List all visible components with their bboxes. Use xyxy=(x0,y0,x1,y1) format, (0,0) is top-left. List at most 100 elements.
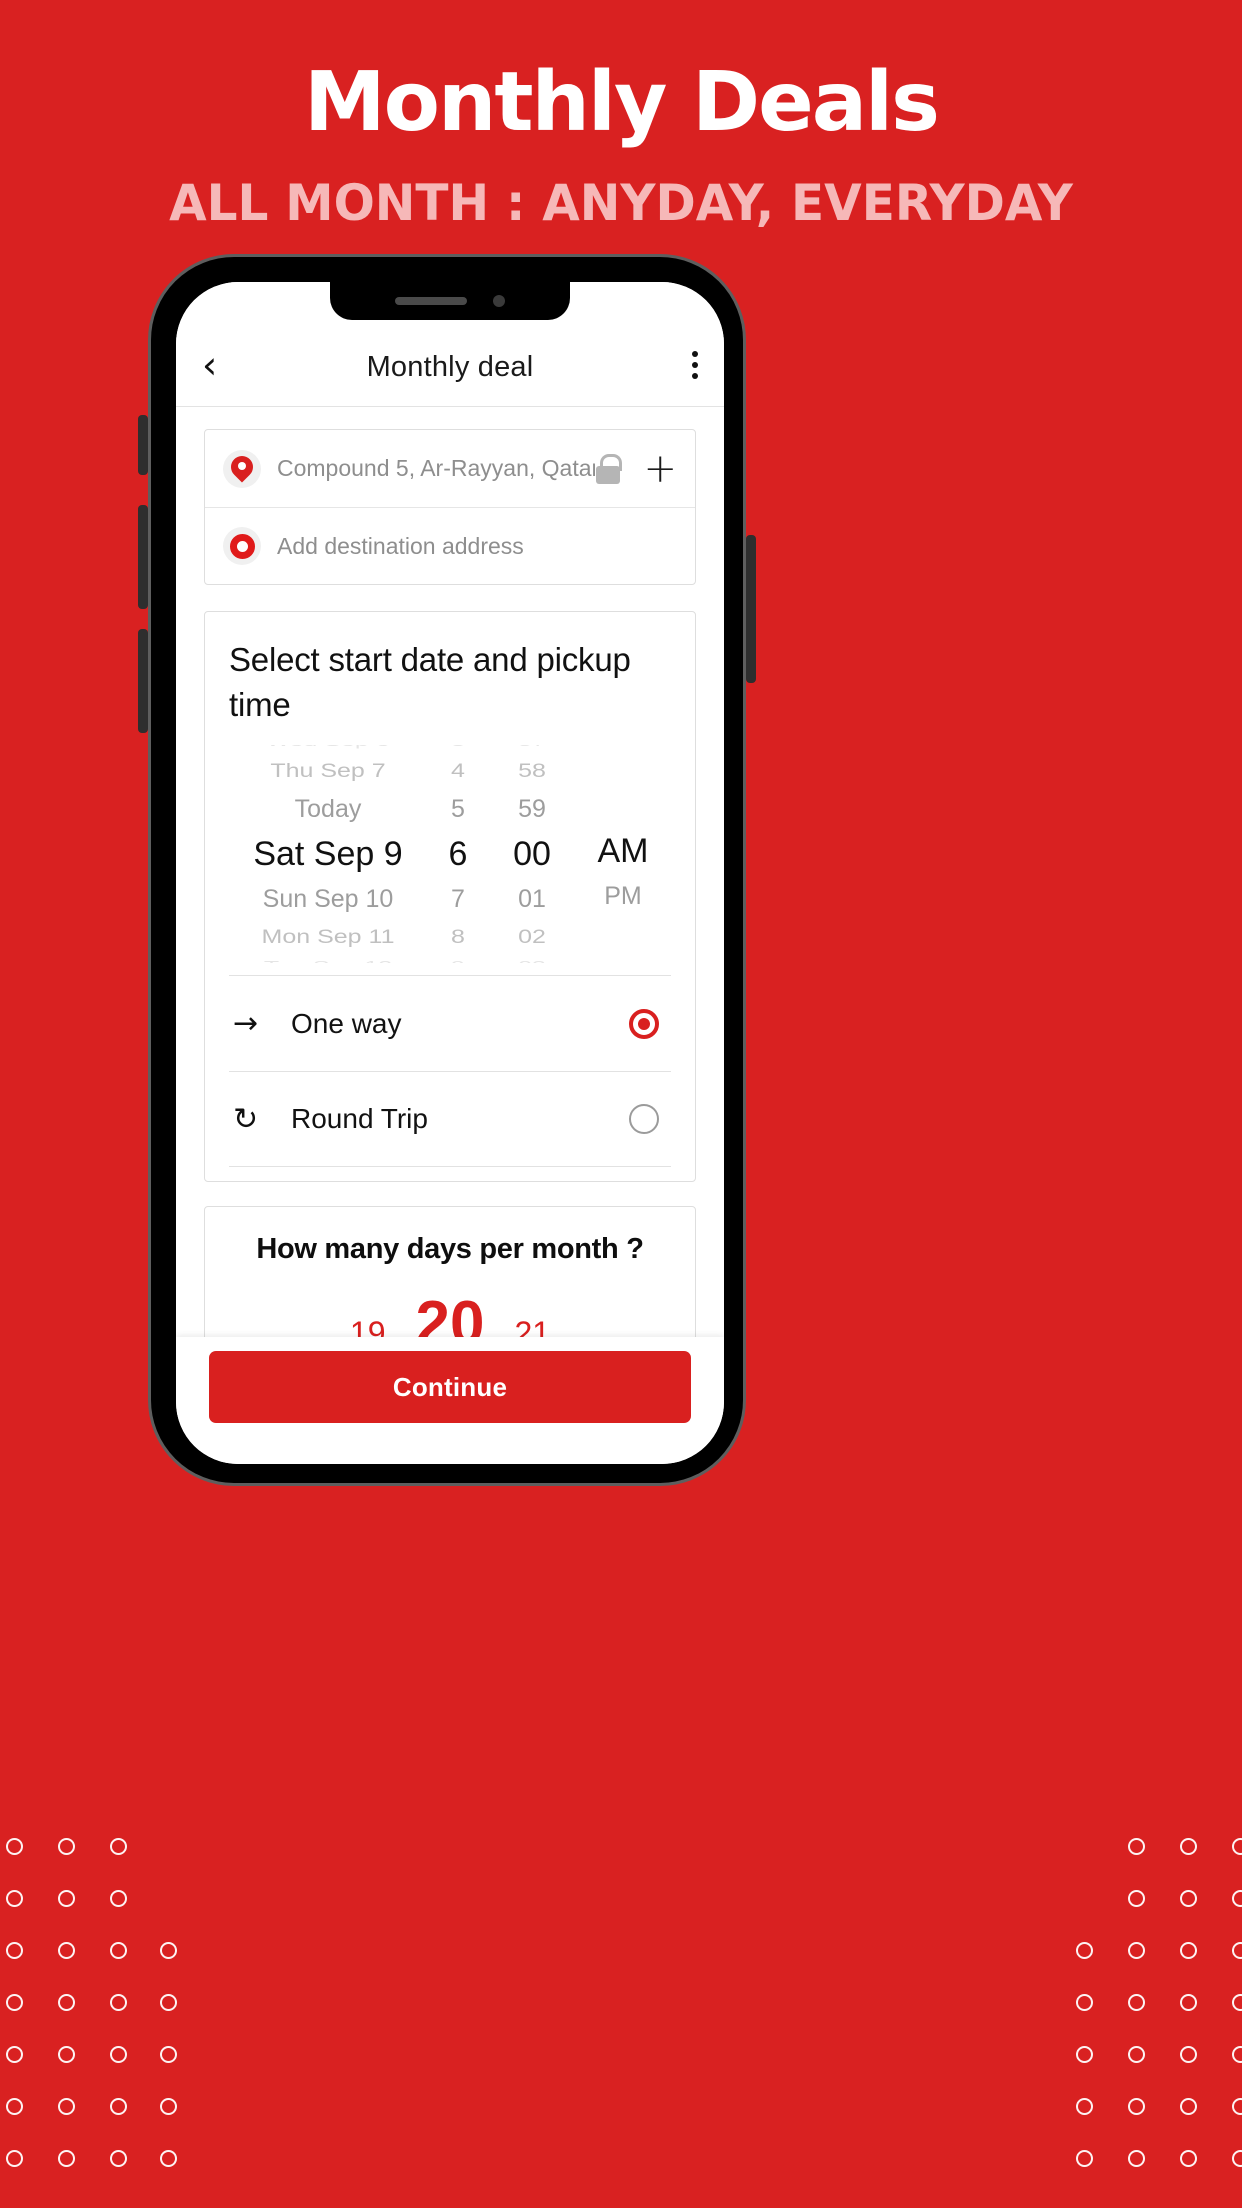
decorative-dot xyxy=(58,1890,75,1907)
decorative-dot xyxy=(1232,1942,1242,1959)
meridiem-wheel[interactable]: AM PM xyxy=(575,745,671,963)
map-pin-glyph xyxy=(229,456,255,482)
wheel-item[interactable]: 3 xyxy=(427,745,489,748)
phone-volume-up-button xyxy=(138,505,148,609)
decorative-dot xyxy=(160,1942,177,1959)
wheel-item[interactable]: 01 xyxy=(489,880,575,918)
wheel-item-spacer xyxy=(575,951,671,959)
wheel-item[interactable]: Today xyxy=(229,790,427,828)
destination-address-row[interactable]: Add destination address xyxy=(205,507,695,584)
decorative-dot xyxy=(1128,2046,1145,2063)
wheel-item-spacer xyxy=(575,793,671,825)
wheel-item[interactable]: 57 xyxy=(489,745,575,748)
promo-title: Monthly Deals xyxy=(304,55,940,150)
decorative-dot xyxy=(6,2046,23,2063)
trip-radio[interactable] xyxy=(629,1104,659,1135)
wheel-item[interactable]: 59 xyxy=(489,790,575,828)
wheel-item-spacer xyxy=(575,918,671,943)
decorative-dot xyxy=(1180,1994,1197,2011)
phone-mockup: ‹ Monthly deal Compound 5, Ar-Rayyan, Qa… xyxy=(138,254,756,1486)
decorative-dot xyxy=(6,1942,23,1959)
continue-button[interactable]: Continue xyxy=(209,1351,691,1423)
date-wheel[interactable]: Wed Sep 6 Thu Sep 7 Today Sat Sep 9 Sun … xyxy=(229,745,427,963)
days-number-picker[interactable]: 19 20 21 xyxy=(223,1293,677,1337)
picker-title: Select start date and pickup time xyxy=(229,641,631,723)
phone-screen: ‹ Monthly deal Compound 5, Ar-Rayyan, Qa… xyxy=(176,282,724,1464)
decorative-dot xyxy=(6,2150,23,2167)
decorative-dot xyxy=(1128,1994,1145,2011)
lock-icon[interactable] xyxy=(595,453,623,484)
minute-wheel[interactable]: 57 58 59 00 01 02 03 xyxy=(489,745,575,963)
decorative-dot xyxy=(1180,1942,1197,1959)
days-next-value[interactable]: 21 xyxy=(514,1315,550,1337)
menu-dot xyxy=(692,373,698,379)
decorative-dot xyxy=(1232,2150,1242,2167)
plus-icon[interactable]: + xyxy=(643,449,677,489)
wheel-item[interactable]: 7 xyxy=(427,880,489,918)
earpiece-speaker-icon xyxy=(395,297,467,305)
refresh-round-trip-icon: ↻ xyxy=(233,1101,259,1137)
menu-dot xyxy=(692,351,698,357)
decorative-dot xyxy=(6,1838,23,1855)
wheel-item[interactable]: Thu Sep 7 xyxy=(229,756,427,786)
trip-option-one-way[interactable]: → One way xyxy=(229,975,671,1071)
wheel-item[interactable]: 03 xyxy=(489,960,575,963)
wheel-item-spacer xyxy=(575,765,671,790)
destination-ring-glyph xyxy=(229,533,255,559)
decorative-dot xyxy=(1232,2046,1242,2063)
decorative-dot xyxy=(1076,1942,1093,1959)
map-pin-icon xyxy=(223,449,261,488)
decorative-dot xyxy=(1180,1838,1197,1855)
pickup-address-value: Compound 5, Ar-Rayyan, Qatar xyxy=(277,455,596,481)
days-previous-value[interactable]: 19 xyxy=(350,1315,386,1337)
wheel-item[interactable]: Wed Sep 6 xyxy=(229,745,427,748)
chevron-left-icon[interactable]: ‹ xyxy=(202,346,246,384)
wheel-item[interactable]: PM xyxy=(575,877,671,915)
decorative-dot xyxy=(1128,1942,1145,1959)
address-card: Compound 5, Ar-Rayyan, Qatar + Add desti… xyxy=(204,429,696,585)
promo-header: Monthly Deals ALL MONTH : ANYDAY, EVERYD… xyxy=(0,0,1242,229)
wheel-item[interactable]: Mon Sep 11 xyxy=(229,922,427,952)
decorative-dot xyxy=(160,2098,177,2115)
decorative-dot xyxy=(1128,2150,1145,2167)
wheel-item[interactable]: 4 xyxy=(427,756,489,786)
front-camera-icon xyxy=(493,295,505,307)
decorative-dot xyxy=(1128,1838,1145,1855)
decorative-dot xyxy=(6,1994,23,2011)
decorative-dot xyxy=(110,1890,127,1907)
decorative-dot xyxy=(58,2098,75,2115)
wheel-item[interactable]: 5 xyxy=(427,790,489,828)
trip-option-round-trip[interactable]: ↻ Round Trip xyxy=(229,1071,671,1168)
decorative-dot xyxy=(6,1890,23,1907)
decorative-dot xyxy=(1232,2098,1242,2115)
decorative-dot xyxy=(1180,2098,1197,2115)
decorative-dot xyxy=(110,2098,127,2115)
wheel-item-selected[interactable]: 00 xyxy=(489,828,575,880)
wheel-item[interactable]: 8 xyxy=(427,922,489,952)
trip-option-label: Round Trip xyxy=(291,1103,428,1135)
wheel-item-selected[interactable]: 6 xyxy=(427,828,489,880)
arrow-right-icon: → xyxy=(233,1006,259,1042)
datetime-wheels[interactable]: Wed Sep 6 Thu Sep 7 Today Sat Sep 9 Sun … xyxy=(229,745,671,963)
decorative-dot xyxy=(1076,2046,1093,2063)
trip-radio-selected[interactable] xyxy=(629,1008,659,1039)
wheel-item[interactable]: Sun Sep 10 xyxy=(229,880,427,918)
decorative-dot xyxy=(1232,1994,1242,2011)
wheel-item[interactable]: 9 xyxy=(427,960,489,963)
wheel-item-selected[interactable]: Sat Sep 9 xyxy=(229,828,427,880)
pickup-address-row[interactable]: Compound 5, Ar-Rayyan, Qatar + xyxy=(205,430,695,507)
decorative-dot xyxy=(160,1994,177,2011)
decorative-dot xyxy=(1076,2098,1093,2115)
decorative-dot xyxy=(110,2046,127,2063)
decorative-dot xyxy=(1232,1890,1242,1907)
overflow-menu-icon[interactable] xyxy=(654,346,698,384)
wheel-item-selected[interactable]: AM xyxy=(575,825,671,877)
wheel-item[interactable]: 02 xyxy=(489,922,575,952)
hour-wheel[interactable]: 3 4 5 6 7 8 9 xyxy=(427,745,489,963)
phone-power-button xyxy=(746,535,756,683)
days-selected-value[interactable]: 20 xyxy=(416,1293,485,1337)
decorative-dot xyxy=(1128,2098,1145,2115)
wheel-item[interactable]: 58 xyxy=(489,756,575,786)
wheel-item[interactable]: Tue Sep 12 xyxy=(229,960,427,963)
menu-dot xyxy=(692,362,698,368)
